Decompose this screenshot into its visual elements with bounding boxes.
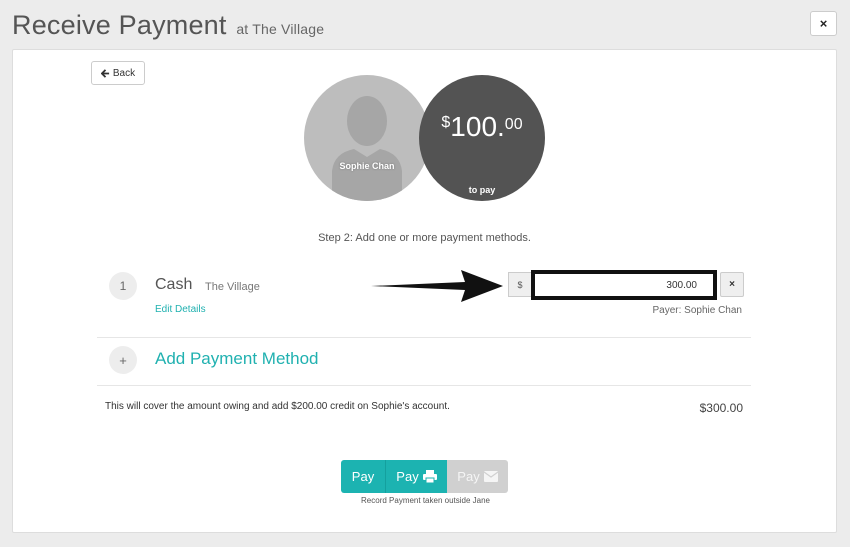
payment-method-location: The Village bbox=[205, 281, 260, 293]
add-payment-method-link[interactable]: Add Payment Method bbox=[155, 349, 318, 369]
record-payment-note: Record Payment taken outside Jane bbox=[361, 496, 490, 505]
currency-addon: $ bbox=[508, 272, 531, 297]
divider bbox=[97, 385, 751, 386]
back-button-label: Back bbox=[112, 67, 136, 79]
person-silhouette-icon bbox=[332, 96, 402, 201]
payment-method-index: 1 bbox=[109, 272, 137, 300]
pay-button[interactable]: Pay bbox=[341, 460, 386, 493]
payer-label: Payer: Sophie Chan bbox=[652, 305, 742, 316]
payment-amount-input[interactable] bbox=[531, 270, 717, 300]
amount-due-value: $100.00 bbox=[441, 111, 523, 142]
amount-due-caption: to pay bbox=[468, 185, 496, 195]
page-title-location: at The Village bbox=[236, 21, 325, 37]
payment-total: $300.00 bbox=[699, 401, 743, 415]
payment-summary-text: This will cover the amount owing and add… bbox=[105, 401, 450, 412]
patient-name: Sophie Chan bbox=[339, 161, 395, 171]
close-icon: × bbox=[819, 16, 828, 31]
divider bbox=[97, 337, 751, 338]
arrow-left-icon bbox=[100, 68, 109, 78]
edit-details-link[interactable]: Edit Details bbox=[155, 304, 206, 315]
amount-due-circle: $100.00 to pay bbox=[419, 75, 545, 201]
envelope-icon bbox=[483, 471, 498, 482]
close-icon: × bbox=[729, 279, 735, 290]
pay-and-email-button[interactable]: Pay bbox=[447, 460, 508, 493]
annotation-arrow-icon bbox=[371, 270, 503, 302]
step-instructions: Step 2: Add one or more payment methods. bbox=[318, 232, 531, 244]
pay-and-print-button[interactable]: Pay bbox=[386, 460, 447, 493]
close-button[interactable]: × bbox=[810, 11, 837, 36]
patient-avatar: Sophie Chan bbox=[304, 75, 430, 201]
payment-method-name: Cash bbox=[155, 276, 193, 293]
page-title: Receive Payment at The Village bbox=[12, 10, 325, 40]
back-button[interactable]: Back bbox=[91, 61, 145, 85]
print-icon bbox=[422, 470, 437, 483]
pay-button-group: Pay Pay Pay bbox=[341, 460, 508, 493]
payment-panel: Back Sophie Chan $100.00 to pay Step 2: … bbox=[12, 49, 837, 533]
remove-payment-method-button[interactable]: × bbox=[720, 272, 744, 297]
add-method-icon[interactable]: + bbox=[109, 346, 137, 374]
